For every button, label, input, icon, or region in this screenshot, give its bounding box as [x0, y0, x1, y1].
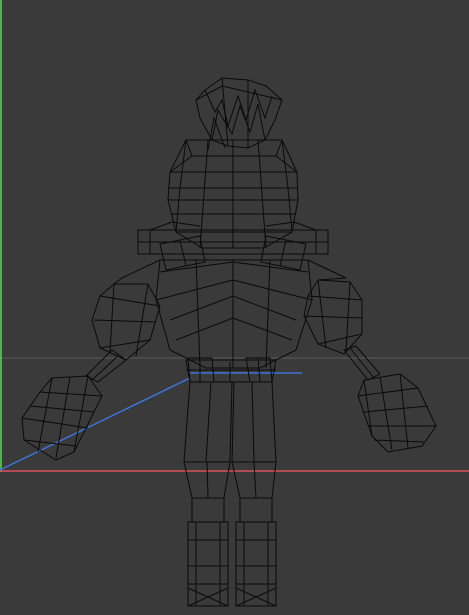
3d-viewport[interactable] — [0, 0, 469, 615]
viewport-canvas[interactable] — [0, 0, 469, 615]
viewport-background — [0, 0, 469, 615]
